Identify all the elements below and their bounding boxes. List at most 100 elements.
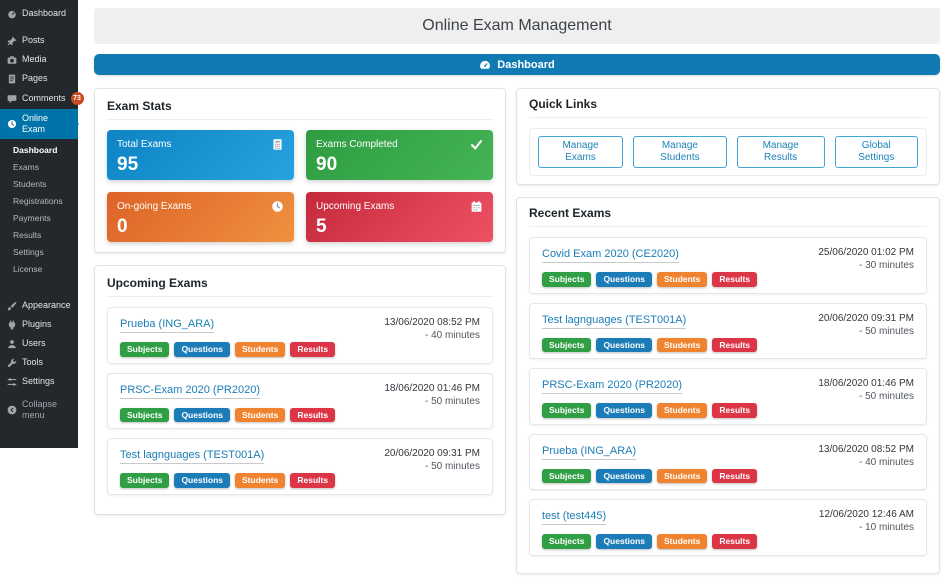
students-badge[interactable]: Students [657, 534, 707, 549]
questions-badge[interactable]: Questions [174, 342, 230, 357]
quick-link-button[interactable]: Manage Results [737, 136, 825, 168]
submenu-item-settings[interactable]: Settings [0, 244, 78, 261]
pages-icon [7, 74, 17, 84]
submenu-item-students[interactable]: Students [0, 176, 78, 193]
sidebar-item-online-exam[interactable]: Online Exam [0, 109, 78, 139]
results-badge[interactable]: Results [712, 403, 757, 418]
stat-tile: Total Exams 95 [107, 130, 294, 180]
appearance-icon [7, 301, 17, 311]
clock-icon [271, 200, 284, 213]
sidebar-item-label: Plugins [22, 319, 52, 330]
exam-title-link[interactable]: Prueba (ING_ARA) [120, 318, 214, 333]
subjects-badge[interactable]: Subjects [120, 342, 169, 357]
calculator-icon [271, 138, 284, 151]
students-badge[interactable]: Students [657, 272, 707, 287]
quick-link-button[interactable]: Manage Exams [538, 136, 623, 168]
questions-badge[interactable]: Questions [596, 403, 652, 418]
results-badge[interactable]: Results [712, 272, 757, 287]
submenu-item-payments[interactable]: Payments [0, 210, 78, 227]
exam-card: PRSC-Exam 2020 (PR2020) Subjects Questio… [529, 368, 927, 425]
subjects-badge[interactable]: Subjects [542, 403, 591, 418]
exam-duration: - 40 minutes [384, 329, 480, 342]
stat-value: 95 [117, 154, 284, 175]
submenu-item-results[interactable]: Results [0, 227, 78, 244]
students-badge[interactable]: Students [235, 473, 285, 488]
submenu-item-exams[interactable]: Exams [0, 159, 78, 176]
students-badge[interactable]: Students [657, 469, 707, 484]
posts-icon [7, 36, 17, 46]
sidebar-item-users[interactable]: Users [0, 334, 78, 353]
sidebar-item-tools[interactable]: Tools [0, 353, 78, 372]
subjects-badge[interactable]: Subjects [542, 338, 591, 353]
sidebar-item-comments[interactable]: Comments 73 [0, 88, 78, 109]
exam-badges: Subjects Questions Students Results [542, 469, 757, 484]
exam-card: Prueba (ING_ARA) Subjects Questions Stud… [107, 307, 493, 364]
stat-label: Upcoming Exams [316, 201, 394, 213]
sidebar-item-dashboard[interactable]: Dashboard [0, 4, 78, 23]
exam-card: test (test445) Subjects Questions Studen… [529, 499, 927, 556]
exam-title-link[interactable]: Test lagnguages (TEST001A) [542, 314, 686, 329]
exam-badges: Subjects Questions Students Results [542, 338, 757, 353]
exam-title-link[interactable]: PRSC-Exam 2020 (PR2020) [542, 379, 682, 394]
students-badge[interactable]: Students [235, 342, 285, 357]
collapse-icon [7, 405, 17, 415]
sidebar-item-label: Tools [22, 357, 43, 368]
subjects-badge[interactable]: Subjects [120, 408, 169, 423]
sidebar-item-label: Collapse menu [22, 399, 71, 421]
questions-badge[interactable]: Questions [596, 338, 652, 353]
stat-value: 90 [316, 154, 483, 175]
sidebar-item-pages[interactable]: Pages [0, 69, 78, 88]
students-badge[interactable]: Students [657, 403, 707, 418]
exam-title-link[interactable]: Prueba (ING_ARA) [542, 445, 636, 460]
results-badge[interactable]: Results [290, 473, 335, 488]
sidebar-item-label: Appearance [22, 300, 71, 311]
exam-title-link[interactable]: test (test445) [542, 510, 606, 525]
students-badge[interactable]: Students [657, 338, 707, 353]
results-badge[interactable]: Results [290, 408, 335, 423]
questions-badge[interactable]: Questions [174, 473, 230, 488]
media-icon [7, 55, 17, 65]
questions-badge[interactable]: Questions [596, 469, 652, 484]
submenu-item-dashboard[interactable]: Dashboard [0, 142, 78, 159]
subjects-badge[interactable]: Subjects [542, 272, 591, 287]
exam-datetime: 18/06/2020 01:46 PM [384, 382, 480, 395]
subjects-badge[interactable]: Subjects [542, 534, 591, 549]
exam-badges: Subjects Questions Students Results [120, 473, 335, 488]
results-badge[interactable]: Results [712, 534, 757, 549]
sidebar-item-settings[interactable]: Settings [0, 372, 78, 391]
exam-title-link[interactable]: PRSC-Exam 2020 (PR2020) [120, 384, 260, 399]
submenu-item-license[interactable]: License [0, 261, 78, 278]
recent-exams-card: Recent Exams Covid Exam 2020 (CE2020) Su… [516, 197, 940, 574]
exam-stats-card: Exam Stats Total Exams 95 Exams Complete… [94, 88, 506, 253]
upcoming-exams-heading: Upcoming Exams [107, 276, 493, 297]
results-badge[interactable]: Results [290, 342, 335, 357]
quick-link-button[interactable]: Manage Students [633, 136, 727, 168]
dashboard-nav-button[interactable]: Dashboard [94, 54, 940, 75]
sidebar-item-collapse-menu[interactable]: Collapse menu [0, 395, 78, 425]
students-badge[interactable]: Students [235, 408, 285, 423]
sidebar-item-media[interactable]: Media [0, 50, 78, 69]
questions-badge[interactable]: Questions [596, 272, 652, 287]
exam-datetime: 13/06/2020 08:52 PM [818, 443, 914, 456]
stat-tile: On-going Exams 0 [107, 192, 294, 242]
sidebar-item-plugins[interactable]: Plugins [0, 315, 78, 334]
exam-badges: Subjects Questions Students Results [120, 408, 335, 423]
subjects-badge[interactable]: Subjects [120, 473, 169, 488]
exam-datetime: 20/06/2020 09:31 PM [384, 447, 480, 460]
exam-duration: - 40 minutes [818, 456, 914, 469]
results-badge[interactable]: Results [712, 338, 757, 353]
results-badge[interactable]: Results [712, 469, 757, 484]
exam-title-link[interactable]: Test lagnguages (TEST001A) [120, 449, 264, 464]
exam-badges: Subjects Questions Students Results [120, 342, 335, 357]
questions-badge[interactable]: Questions [596, 534, 652, 549]
submenu-item-registrations[interactable]: Registrations [0, 193, 78, 210]
sidebar-item-label: Users [22, 338, 46, 349]
dashboard-nav-label: Dashboard [497, 59, 554, 71]
sidebar-item-appearance[interactable]: Appearance [0, 296, 78, 315]
subjects-badge[interactable]: Subjects [542, 469, 591, 484]
sidebar-item-posts[interactable]: Posts [0, 31, 78, 50]
quick-link-button[interactable]: Global Settings [835, 136, 918, 168]
questions-badge[interactable]: Questions [174, 408, 230, 423]
exam-duration: - 50 minutes [818, 325, 914, 338]
exam-title-link[interactable]: Covid Exam 2020 (CE2020) [542, 248, 679, 263]
